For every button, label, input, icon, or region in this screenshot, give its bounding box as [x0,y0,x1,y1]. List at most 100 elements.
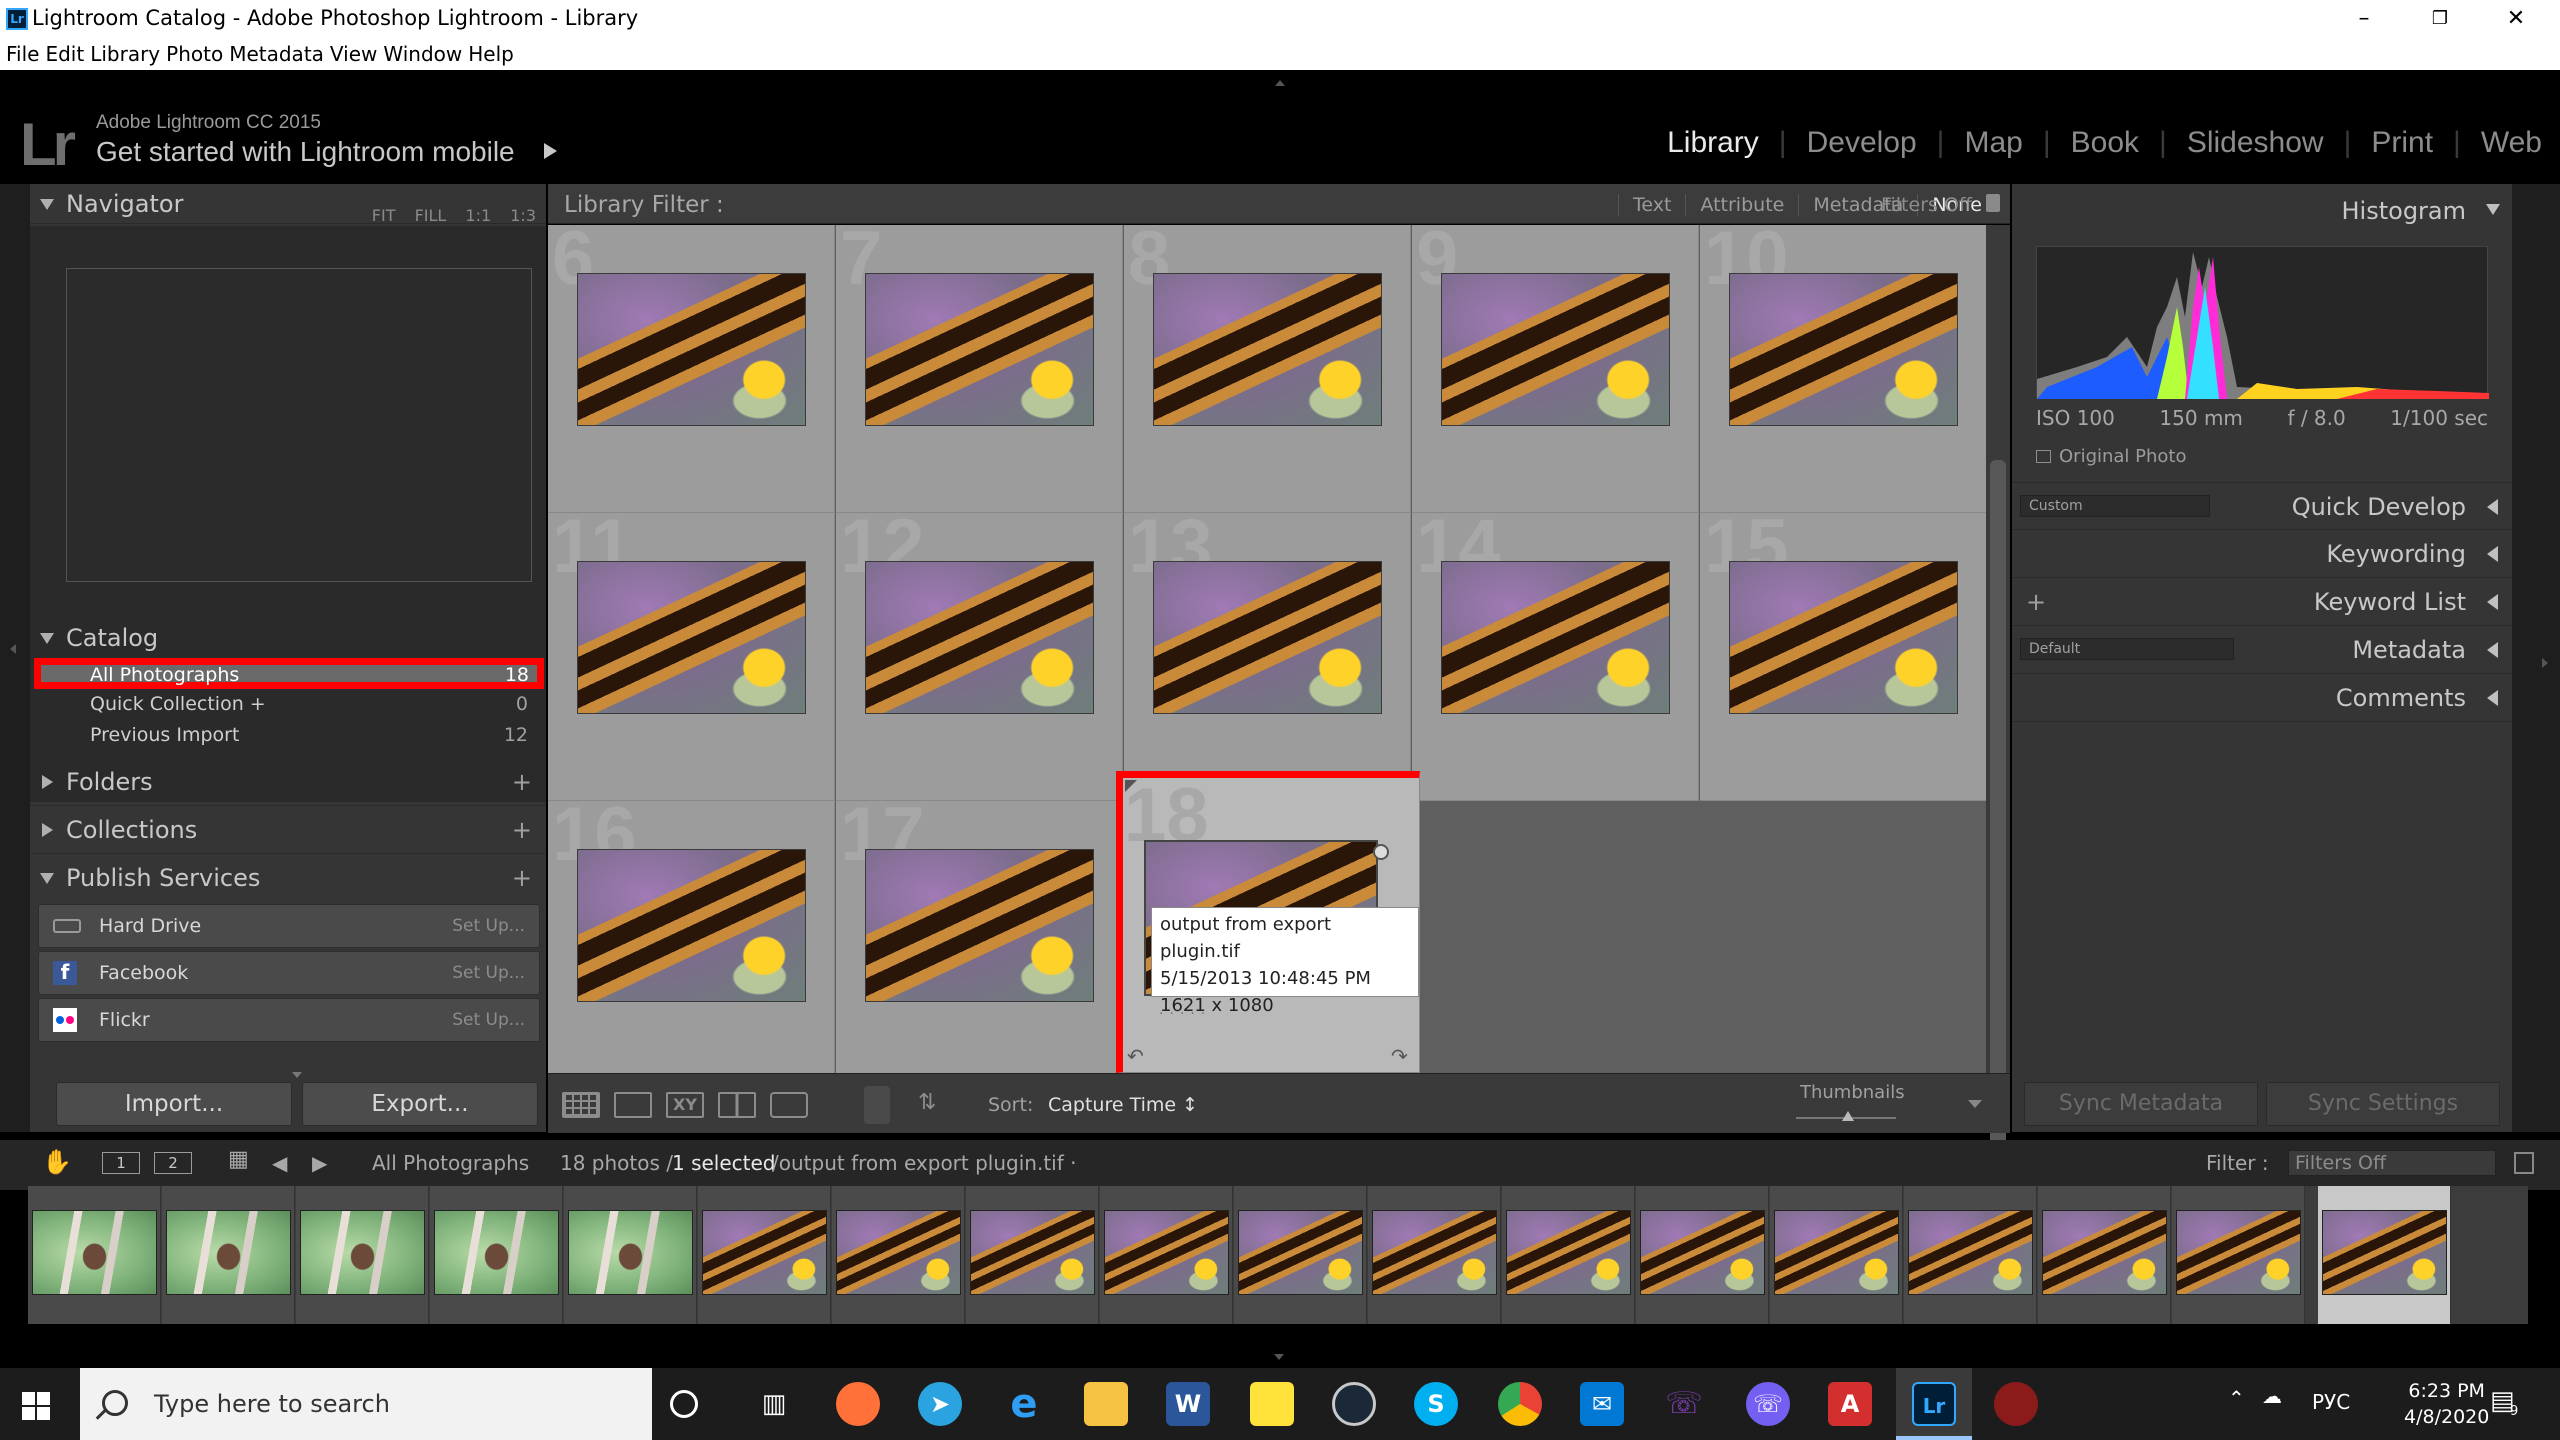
file-explorer-icon[interactable] [1084,1382,1128,1426]
photo-thumbnail[interactable] [1153,273,1382,426]
rotate-right-icon[interactable]: ↷ [1391,1044,1408,1068]
filter-lock-icon[interactable] [2514,1152,2534,1174]
photo-thumbnail[interactable] [577,561,806,714]
filmstrip-cell[interactable] [430,1186,563,1324]
zoom-fit[interactable]: FIT [372,206,396,225]
grid-cell[interactable]: 12 [836,513,1123,801]
filmstrip-thumbnail[interactable] [1372,1210,1497,1295]
toolbar-options-chevron-down-icon[interactable] [1968,1100,1982,1108]
menu-window[interactable]: Window [383,40,462,68]
metadata-preset-select[interactable]: Default [2020,638,2234,660]
people-view-icon[interactable] [770,1092,808,1118]
sync-metadata-button[interactable]: Sync Metadata [2024,1082,2258,1126]
folders-header[interactable]: Folders + [30,757,546,805]
filmstrip-thumbnail[interactable] [32,1210,157,1295]
photo-thumbnail[interactable] [577,273,806,426]
filters-off-status[interactable]: Filters Off [1881,194,1972,216]
grid-cell[interactable]: 6 [548,225,835,513]
grid-icon[interactable]: ▦ [228,1147,249,1172]
survey-view-icon[interactable] [718,1092,756,1118]
rotate-left-icon[interactable]: ↶ [1127,1044,1144,1068]
zoom-1-3[interactable]: 1:3 [510,206,536,225]
acrobat-icon[interactable]: A [1828,1382,1872,1426]
photo-thumbnail[interactable] [1441,273,1670,426]
skype-icon[interactable]: S [1414,1382,1458,1426]
publish-service-facebook[interactable]: f Facebook Set Up... [38,951,540,995]
publish-service-flickr[interactable]: Flickr Set Up... [38,998,540,1042]
photo-thumbnail[interactable] [1441,561,1670,714]
game-icon[interactable] [1994,1382,2038,1426]
grid-cell[interactable]: 10 [1700,225,1987,513]
flag-icon[interactable] [1125,780,1137,792]
mail-icon[interactable]: ✉ [1580,1382,1624,1426]
input-language[interactable]: РУС [2312,1390,2350,1414]
filmstrip-thumbnail[interactable] [568,1210,693,1295]
filmstrip-thumbnail[interactable] [1506,1210,1631,1295]
filter-attribute[interactable]: Attribute [1685,194,1799,216]
forward-arrow-icon[interactable]: ▶ [312,1151,327,1175]
filmstrip-cell[interactable] [698,1186,831,1324]
filmstrip-thumbnail[interactable] [300,1210,425,1295]
loupe-view-icon[interactable] [614,1092,652,1118]
steam-icon[interactable] [1332,1382,1376,1426]
grid-cell[interactable]: 17 [836,801,1123,1089]
histogram-header[interactable]: Histogram [2012,184,2512,238]
filmstrip-thumbnail[interactable] [1774,1210,1899,1295]
sort-dropdown[interactable]: Capture Time ↕ [1048,1094,1198,1116]
filmstrip-cell[interactable] [1770,1186,1903,1324]
filmstrip-cell[interactable] [564,1186,697,1324]
filmstrip-thumbnail[interactable] [1238,1210,1363,1295]
add-publish-service-icon[interactable]: + [512,854,532,902]
menu-help[interactable]: Help [468,40,514,68]
back-arrow-icon[interactable]: ◀ [272,1151,287,1175]
module-develop[interactable]: Develop [1807,126,1917,159]
filmstrip-thumbnail[interactable] [2042,1210,2167,1295]
filmstrip-cell-selected[interactable] [2318,1186,2451,1324]
photo-thumbnail[interactable] [1729,561,1958,714]
firefox-icon[interactable] [836,1382,880,1426]
filmstrip-thumbnail[interactable] [970,1210,1095,1295]
quick-develop-header[interactable]: Custom Quick Develop [2012,482,2512,530]
lock-icon[interactable] [1986,194,2000,212]
viber-icon[interactable]: ☏ [1662,1382,1706,1426]
add-keyword-icon[interactable]: + [2026,578,2046,626]
quick-collection-circle-icon[interactable] [1373,844,1389,860]
grid-scrollbar[interactable] [1986,225,2010,1290]
original-photo-checkbox[interactable] [2036,450,2051,463]
network-icon[interactable]: ☁ [2262,1384,2282,1408]
show-hidden-icons-chevron-icon[interactable]: ⌃ [2228,1386,2245,1410]
windows-start-icon[interactable] [22,1392,50,1420]
menu-metadata[interactable]: Metadata [229,40,324,68]
taskbar-search-box[interactable]: Type here to search [80,1368,652,1440]
filmstrip-cell[interactable] [1502,1186,1635,1324]
navigator-header[interactable]: Navigator FIT FILL 1:1 1:3 [30,184,546,225]
filmstrip-thumbnail[interactable] [1104,1210,1229,1295]
module-print[interactable]: Print [2371,126,2433,159]
taskbar-clock[interactable]: 6:23 PM 4/8/2020 [2404,1378,2489,1430]
sticky-notes-icon[interactable] [1250,1382,1294,1426]
filmstrip-cell[interactable] [2172,1186,2305,1324]
catalog-header[interactable]: Catalog [30,618,546,658]
grid-cell[interactable]: 7 [836,225,1123,513]
add-collection-icon[interactable]: + [512,806,532,854]
painter-spray-can-icon[interactable] [864,1086,890,1124]
menu-library[interactable]: Library [90,40,160,68]
filmstrip-collapse-icon[interactable] [1274,1354,1284,1360]
filter-text[interactable]: Text [1618,194,1686,216]
zoom-fill[interactable]: FILL [415,206,447,225]
navigator-preview[interactable] [66,268,532,582]
sort-direction-icon[interactable]: ⇅ [918,1090,936,1115]
filmstrip-thumbnail[interactable] [434,1210,559,1295]
right-panel-collapse-icon[interactable] [2542,658,2548,668]
filmstrip-thumbnail[interactable] [166,1210,291,1295]
filmstrip-cell[interactable] [1100,1186,1233,1324]
grid-cell[interactable]: 16 [548,801,835,1089]
collections-header[interactable]: Collections + [30,805,546,853]
filmstrip-filter-select[interactable]: Filters Off [2288,1150,2496,1176]
menu-file[interactable]: File [6,40,39,68]
grid-cell[interactable]: 8 [1124,225,1411,513]
set-up-link[interactable]: Set Up... [452,952,525,994]
viber-2-icon[interactable]: ☏ [1746,1382,1790,1426]
chrome-icon[interactable] [1498,1382,1542,1426]
grid-cell[interactable]: 15 [1700,513,1987,801]
